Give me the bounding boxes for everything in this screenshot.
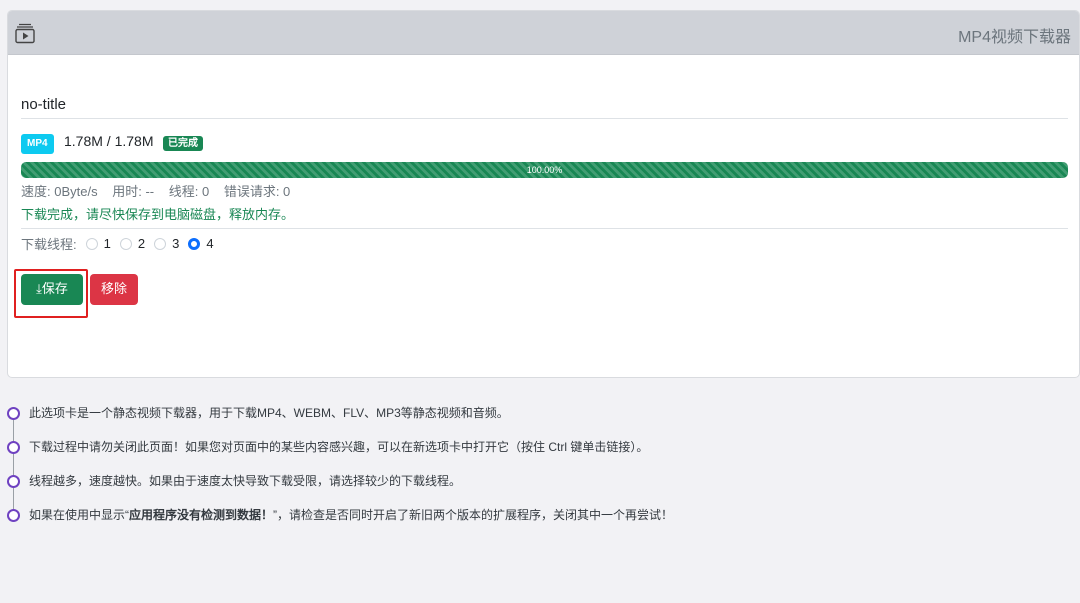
tip-item: 此选项卡是一个静态视频下载器，用于下载MP4、WEBM、FLV、MP3等静态视频… — [7, 400, 1007, 434]
threads-stat: 线程: 0 — [168, 184, 210, 199]
thread-selector-label: 下载线程: — [21, 237, 77, 252]
thread-option-4[interactable]: 4 — [188, 236, 214, 251]
downloader-card: MP4视频下载器 no-title MP4 1.78M / 1.78M 已完成 … — [7, 10, 1080, 378]
video-player-icon — [15, 23, 35, 44]
elapsed-stat: 用时: -- — [112, 184, 155, 199]
timeline-dot-icon — [7, 509, 20, 522]
thread-option-1[interactable]: 1 — [85, 236, 111, 251]
tip-text: 如果在使用中显示“应用程序没有检测到数据！”，请检查是否同时开启了新旧两个版本的… — [29, 508, 674, 522]
video-title: no-title — [21, 96, 67, 113]
thread-option-2[interactable]: 2 — [119, 236, 145, 251]
tip-item: 线程越多，速度越快。如果由于速度太快导致下载受限，请选择较少的下载线程。 — [7, 468, 1007, 502]
save-button[interactable]: ⤓保存 — [21, 274, 83, 305]
timeline-dot-icon — [7, 475, 20, 488]
tip-text: 此选项卡是一个静态视频下载器，用于下载MP4、WEBM、FLV、MP3等静态视频… — [29, 406, 509, 420]
divider — [21, 228, 1068, 229]
remove-button[interactable]: 移除 — [90, 274, 138, 305]
download-stats: 速度: 0Byte/s 用时: -- 线程: 0 错误请求: 0 — [21, 181, 301, 200]
radio-button-checked[interactable] — [188, 237, 201, 250]
radio-button[interactable] — [154, 237, 167, 250]
done-message: 下载完成，请尽快保存到电脑磁盘，释放内存。 — [21, 207, 295, 222]
errors-stat: 错误请求: 0 — [223, 184, 291, 199]
progress-track: 100.00% — [21, 162, 1068, 178]
divider — [21, 118, 1068, 119]
tip-item: 下载过程中请勿关闭此页面！如果您对页面中的某些内容感兴趣，可以在新选项卡中打开它… — [7, 434, 1007, 468]
file-size: 1.78M / 1.78M — [64, 133, 154, 149]
app-title: MP4视频下载器 — [958, 29, 1071, 46]
timeline-dot-icon — [7, 441, 20, 454]
tip-bold-text: 应用程序没有检测到数据！ — [129, 508, 274, 522]
tip-text: 线程越多，速度越快。如果由于速度太快导致下载受限，请选择较少的下载线程。 — [29, 474, 462, 488]
thread-selector: 下载线程: 1 2 3 4 — [21, 234, 214, 253]
format-badge: MP4 — [21, 134, 54, 154]
timeline-dot-icon — [7, 407, 20, 420]
tip-item: 如果在使用中显示“应用程序没有检测到数据！”，请检查是否同时开启了新旧两个版本的… — [7, 502, 1007, 536]
card-header: MP4视频下载器 — [8, 11, 1079, 55]
speed-stat: 速度: 0Byte/s — [21, 184, 98, 199]
thread-option-3[interactable]: 3 — [154, 236, 179, 251]
tip-text: 下载过程中请勿关闭此页面！如果您对页面中的某些内容感兴趣，可以在新选项卡中打开它… — [29, 440, 649, 454]
status-badge: 已完成 — [163, 136, 203, 151]
radio-button[interactable] — [119, 237, 132, 250]
progress-bar: 100.00% — [21, 162, 1068, 178]
tips-timeline: 此选项卡是一个静态视频下载器，用于下载MP4、WEBM、FLV、MP3等静态视频… — [7, 400, 1007, 536]
radio-button[interactable] — [85, 237, 98, 250]
